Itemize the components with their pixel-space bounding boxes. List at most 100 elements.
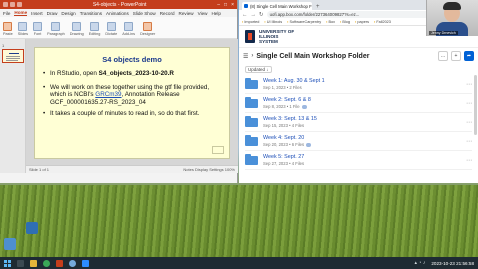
- folder-icon: [245, 153, 258, 165]
- ribbon-font[interactable]: Font: [33, 19, 43, 36]
- forward-icon[interactable]: →: [251, 12, 257, 18]
- bookmark-item[interactable]: Box: [326, 20, 335, 24]
- tab-file[interactable]: File: [3, 11, 10, 16]
- view-controls[interactable]: Notes Display Settings 100%: [183, 167, 235, 172]
- ribbon-editing[interactable]: Editing: [89, 19, 100, 36]
- folder-name[interactable]: Week 1: Aug. 30 & Sept 1: [263, 78, 461, 84]
- thumbnail-text-line: [6, 60, 18, 61]
- list-item[interactable]: Week 5: Sept. 27 Sep 27, 2023 • 4 Files …: [245, 151, 472, 170]
- redo-icon[interactable]: [17, 2, 22, 7]
- row-more-icon[interactable]: ⋯: [466, 81, 472, 88]
- row-more-icon[interactable]: ⋯: [466, 157, 472, 164]
- chevron-left-icon[interactable]: ›: [251, 53, 253, 59]
- bullet-text: It takes a couple of minutes to read in,…: [50, 110, 200, 118]
- folder-meta-text: Sep 8, 2023 • 1 File: [263, 104, 300, 109]
- list-item[interactable]: Week 1: Aug. 30 & Sept 1 Sep 1, 2023 • 2…: [245, 75, 472, 94]
- tab-draw[interactable]: Draw: [47, 11, 58, 16]
- windows-start-icon[interactable]: [4, 259, 11, 267]
- bookmark-item[interactable]: SoftwareCarpentry: [287, 20, 321, 24]
- taskbar-clock[interactable]: 2023-10-23 21:56:58: [431, 261, 474, 266]
- bookmark-item[interactable]: Imported: [242, 20, 259, 24]
- powerpoint-icon[interactable]: [56, 259, 63, 267]
- tab-review[interactable]: Review: [179, 11, 194, 16]
- more-options-button[interactable]: …: [438, 51, 448, 61]
- tab-insert[interactable]: Insert: [31, 11, 43, 16]
- ribbon-slides[interactable]: Slides: [18, 19, 28, 36]
- search-icon[interactable]: [17, 259, 24, 267]
- folder-name[interactable]: Week 4: Sept. 20: [263, 135, 461, 141]
- rstudio-icon[interactable]: [69, 259, 76, 267]
- folder-icon: [245, 77, 258, 89]
- folder-name[interactable]: Week 2: Sept. 6 & 8: [263, 97, 461, 103]
- find-icon: [90, 22, 100, 31]
- slide-count: Slide 1 of 1: [29, 167, 50, 172]
- tab-record[interactable]: Record: [160, 11, 175, 16]
- slide-thumbnail[interactable]: [2, 49, 24, 63]
- list-item[interactable]: Week 2: Sept. 6 & 8 Sep 8, 2023 • 1 File…: [245, 94, 472, 113]
- folder-name[interactable]: Week 5: Sept. 27: [263, 154, 461, 160]
- bookmark-item[interactable]: Blog: [340, 20, 350, 24]
- bookmark-item[interactable]: Fall2023: [374, 20, 391, 24]
- slide-bullet[interactable]: • In RStudio, open S4_objects_2023-10-20…: [43, 70, 221, 78]
- list-item[interactable]: Week 4: Sept. 20 Sep 20, 2023 • 6 Files …: [245, 132, 472, 151]
- bookmark-item[interactable]: papers: [355, 20, 369, 24]
- tab-home[interactable]: Home: [14, 10, 28, 16]
- desktop-icon-r[interactable]: [26, 222, 38, 234]
- desktop-icon-rstudio[interactable]: [4, 238, 16, 250]
- share-button[interactable]: ➦: [464, 51, 474, 61]
- row-more-icon[interactable]: ⋯: [466, 138, 472, 145]
- sort-dropdown[interactable]: Updated ↓: [245, 66, 272, 73]
- ribbon-dictate[interactable]: Dictate: [105, 19, 117, 36]
- slide-bullet[interactable]: • It takes a couple of minutes to read i…: [43, 110, 221, 118]
- folder-list-scrollbar[interactable]: [474, 75, 477, 135]
- undo-icon[interactable]: [10, 2, 15, 7]
- tab-transitions[interactable]: Transitions: [80, 11, 102, 16]
- taskbar: ▴ ◔ ♪ 2023-10-23 21:56:58: [0, 257, 478, 269]
- folder-title: Single Cell Main Workshop Folder: [256, 52, 370, 60]
- tab-animations[interactable]: Animations: [106, 11, 129, 16]
- browser-tab[interactable]: (8) Single Cell Main Workshop F ×: [242, 2, 312, 10]
- tab-design[interactable]: Design: [61, 11, 75, 16]
- add-button[interactable]: +: [451, 51, 461, 61]
- slide-thumbnail-pane: 1: [0, 39, 26, 173]
- slide-canvas[interactable]: S4 objects demo • In RStudio, open S4_ob…: [34, 47, 230, 159]
- ribbon-paragraph[interactable]: Paragraph: [47, 19, 65, 36]
- grcm39-link[interactable]: GRCm39: [95, 91, 121, 98]
- chrome-icon[interactable]: [43, 259, 50, 267]
- row-more-icon[interactable]: ⋯: [466, 119, 472, 126]
- ribbon-designer[interactable]: Designer: [140, 19, 155, 36]
- folder-name[interactable]: Week 3: Sept. 13 & 15: [263, 116, 461, 122]
- ppt-ribbon: Paste Slides Font Paragraph Drawing Edit…: [0, 17, 237, 39]
- tab-title: (8) Single Cell Main Workshop F: [250, 3, 312, 9]
- folder-icon: [245, 96, 258, 108]
- bullet-marker: •: [43, 70, 46, 77]
- tab-help[interactable]: Help: [211, 11, 220, 16]
- maximize-icon[interactable]: □: [224, 2, 227, 8]
- minimize-icon[interactable]: –: [217, 2, 220, 8]
- new-tab-button[interactable]: +: [314, 4, 322, 10]
- slide-title[interactable]: S4 objects demo: [43, 55, 221, 64]
- thumbnail-title-line: [9, 53, 19, 54]
- file-explorer-icon[interactable]: [30, 259, 37, 267]
- ppt-titlebar: S4-objects - PowerPoint – □ ×: [0, 0, 237, 9]
- ribbon-add-ins[interactable]: Add-ins: [122, 19, 135, 36]
- zoom-icon[interactable]: [82, 259, 89, 267]
- university-wordmark: UNIVERSITY OF ILLINOIS SYSTEM: [259, 29, 294, 44]
- ribbon-paste[interactable]: Paste: [3, 19, 13, 36]
- bookmark-item[interactable]: UI Illinois: [264, 20, 282, 24]
- close-icon[interactable]: ×: [231, 2, 234, 8]
- reload-icon[interactable]: ↻: [259, 12, 264, 18]
- ribbon-drawing[interactable]: Drawing: [70, 19, 84, 36]
- tab-slide-show[interactable]: Slide Show: [133, 11, 156, 16]
- back-icon[interactable]: ←: [242, 12, 248, 18]
- bullet-marker: •: [43, 83, 46, 91]
- row-more-icon[interactable]: ⋯: [466, 100, 472, 107]
- system-tray-icons[interactable]: ▴ ◔ ♪: [415, 260, 426, 266]
- tab-view[interactable]: View: [198, 11, 208, 16]
- menu-icon[interactable]: ☰: [243, 53, 248, 60]
- list-item-text: Week 4: Sept. 20 Sep 20, 2023 • 6 Files: [263, 135, 461, 147]
- save-icon[interactable]: [3, 2, 8, 7]
- slide-bullet[interactable]: • We will work on these together using t…: [43, 84, 221, 107]
- slide-editing-area: S4 objects demo • In RStudio, open S4_ob…: [26, 39, 238, 173]
- list-item[interactable]: Week 3: Sept. 13 & 15 Sep 15, 2023 • 4 F…: [245, 113, 472, 132]
